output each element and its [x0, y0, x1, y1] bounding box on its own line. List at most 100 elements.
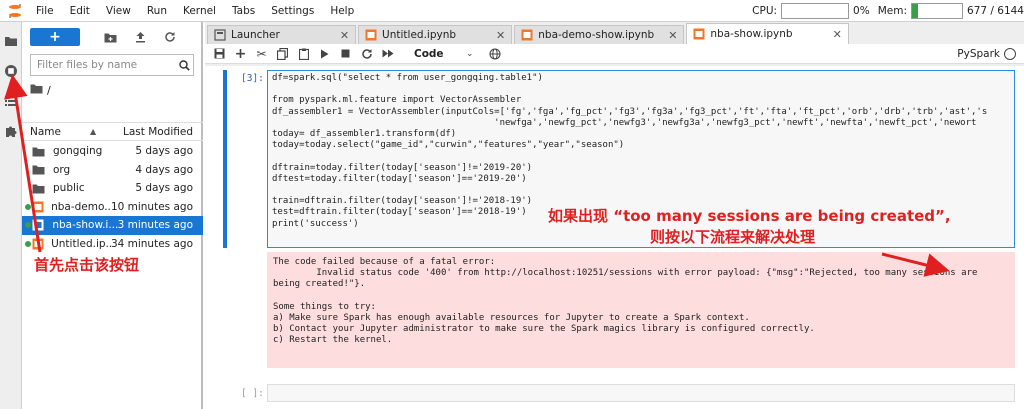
- close-icon[interactable]: ✕: [668, 29, 677, 42]
- left-sidebar-tabs: [0, 22, 22, 409]
- menu-kernel[interactable]: Kernel: [175, 0, 224, 22]
- stop-icon[interactable]: [335, 44, 356, 64]
- annotation-error-hint: 如果出现 “too many sessions are being create…: [548, 207, 951, 225]
- running-sessions-icon[interactable]: [0, 56, 22, 86]
- list-item[interactable]: Untitled.ip... 34 minutes ago: [22, 235, 203, 254]
- mem-label: Mem:: [877, 5, 908, 17]
- cut-icon[interactable]: ✂: [251, 44, 272, 64]
- code-line: today=today.select("game_id","curwin","f…: [272, 140, 625, 151]
- notebook-icon: [32, 219, 47, 231]
- running-indicator: [25, 222, 31, 228]
- kernel-name[interactable]: PySpark: [957, 48, 1000, 60]
- tab-launcher[interactable]: Launcher ✕: [207, 25, 357, 44]
- output-line: Invalid status code '400' from http://lo…: [273, 268, 978, 279]
- list-item[interactable]: public 5 days ago: [22, 179, 203, 198]
- new-folder-icon[interactable]: [96, 28, 124, 46]
- list-item[interactable]: nba-demo... 10 minutes ago: [22, 198, 203, 217]
- notebook-icon: [32, 201, 46, 213]
- list-icon[interactable]: [0, 86, 22, 116]
- error-output: The code failed because of a fatal error…: [267, 252, 1015, 368]
- file-name: public: [53, 182, 85, 195]
- cell-prompt: [3]:: [241, 73, 264, 84]
- close-icon[interactable]: ✕: [340, 29, 349, 42]
- output-line: The code failed because of a fatal error…: [273, 257, 496, 267]
- breadcrumb[interactable]: /: [30, 81, 51, 99]
- tab-nba-demo-show[interactable]: nba-demo-show.ipynb ✕: [514, 25, 685, 44]
- folder-icon: [32, 146, 48, 157]
- breadcrumb-root[interactable]: /: [47, 84, 51, 97]
- file-list-header: Name ▲ Last Modified: [22, 122, 203, 141]
- extension-puzzle-icon[interactable]: [0, 116, 22, 146]
- running-indicator: [25, 240, 31, 247]
- active-cell-indicator[interactable]: [223, 70, 227, 248]
- notebook-icon: [32, 238, 46, 250]
- tab-label: nba-demo-show.ipynb: [538, 29, 655, 41]
- launcher-icon: [214, 29, 226, 41]
- menu-run[interactable]: Run: [139, 0, 175, 22]
- tab-label: nba-show.ipynb: [710, 28, 793, 40]
- folder-icon: [32, 164, 48, 175]
- run-icon[interactable]: [314, 44, 335, 64]
- column-last-modified[interactable]: Last Modified: [123, 126, 193, 138]
- code-line: 'newfga','newfg_pct','newfg3','newfg3a',…: [272, 117, 977, 128]
- file-modified: 3 minutes ago: [117, 219, 193, 232]
- notebook-panel: [3]: df=spark.sql("select * from user_go…: [205, 66, 1024, 409]
- list-item[interactable]: gongqing 5 days ago: [22, 142, 203, 161]
- file-browser: + Filter files by name / Name ▲ Last Mod…: [22, 22, 203, 409]
- menu-edit[interactable]: Edit: [62, 0, 98, 22]
- fast-forward-icon[interactable]: [377, 44, 398, 64]
- file-name: Untitled.ip...: [51, 237, 111, 250]
- cpu-label: CPU:: [752, 5, 778, 17]
- resource-usage: CPU: 0% Mem: 677 / 6144: [752, 0, 1024, 22]
- close-icon[interactable]: ✕: [496, 29, 505, 42]
- tab-label: Untitled.ipynb: [382, 29, 457, 41]
- column-name[interactable]: Name: [30, 126, 90, 138]
- annotation-click-button: 首先点击该按钮: [34, 256, 140, 274]
- upload-icon[interactable]: [126, 28, 154, 46]
- notebook-icon: [521, 29, 533, 41]
- code-line: from pyspark.ml.feature import VectorAss…: [272, 95, 522, 106]
- file-name: nba-show.i...: [52, 219, 118, 232]
- file-modified: 10 minutes ago: [110, 200, 193, 213]
- refresh-icon[interactable]: [156, 28, 184, 46]
- sort-ascending-icon: ▲: [90, 127, 97, 136]
- filter-input[interactable]: Filter files by name: [30, 54, 194, 76]
- file-modified: 34 minutes ago: [110, 237, 193, 250]
- folder-icon[interactable]: [0, 26, 22, 56]
- tab-label: Launcher: [231, 29, 280, 41]
- globe-icon[interactable]: [484, 44, 505, 64]
- list-item[interactable]: org 4 days ago: [22, 161, 203, 180]
- mem-bar: [911, 3, 964, 19]
- output-line: Some things to try:: [273, 301, 376, 312]
- output-line: c) Restart the kernel.: [273, 335, 393, 346]
- file-name: gongqing: [53, 145, 103, 158]
- new-launcher-button[interactable]: +: [30, 28, 80, 46]
- tab-nba-show[interactable]: nba-show.ipynb ✕: [686, 23, 849, 44]
- notebook-toolbar: + ✂ Code ⌄ PySpark: [205, 44, 1024, 64]
- close-icon[interactable]: ✕: [833, 28, 842, 41]
- code-line: today= df_assembler1.transform(df): [272, 129, 457, 140]
- empty-code-cell[interactable]: [267, 384, 1015, 402]
- output-line: a) Make sure Spark has enough available …: [273, 313, 750, 324]
- insert-cell-icon[interactable]: +: [230, 44, 251, 64]
- code-line: df=spark.sql("select * from user_gongqin…: [272, 73, 543, 83]
- menu-settings[interactable]: Settings: [263, 0, 322, 22]
- restart-icon[interactable]: [356, 44, 377, 64]
- tab-untitled[interactable]: Untitled.ipynb ✕: [358, 25, 513, 44]
- paste-icon[interactable]: [293, 44, 314, 64]
- copy-icon[interactable]: [272, 44, 293, 64]
- menu-help[interactable]: Help: [322, 0, 362, 22]
- search-icon: [175, 59, 193, 71]
- menu-file[interactable]: File: [28, 0, 62, 22]
- running-indicator: [25, 203, 31, 210]
- chevron-down-icon[interactable]: ⌄: [466, 49, 484, 59]
- output-line: b) Contact your Jupyter administrator to…: [273, 324, 815, 335]
- code-line: test=dftrain.filter(today['season']=='20…: [272, 207, 527, 218]
- cell-type-dropdown[interactable]: Code: [414, 48, 466, 60]
- list-item[interactable]: nba-show.i... 3 minutes ago: [22, 216, 203, 235]
- menu-view[interactable]: View: [98, 0, 139, 22]
- folder-icon: [30, 83, 43, 97]
- save-icon[interactable]: [209, 44, 230, 64]
- mem-value: 677 / 6144: [967, 5, 1024, 17]
- menu-tabs[interactable]: Tabs: [224, 0, 263, 22]
